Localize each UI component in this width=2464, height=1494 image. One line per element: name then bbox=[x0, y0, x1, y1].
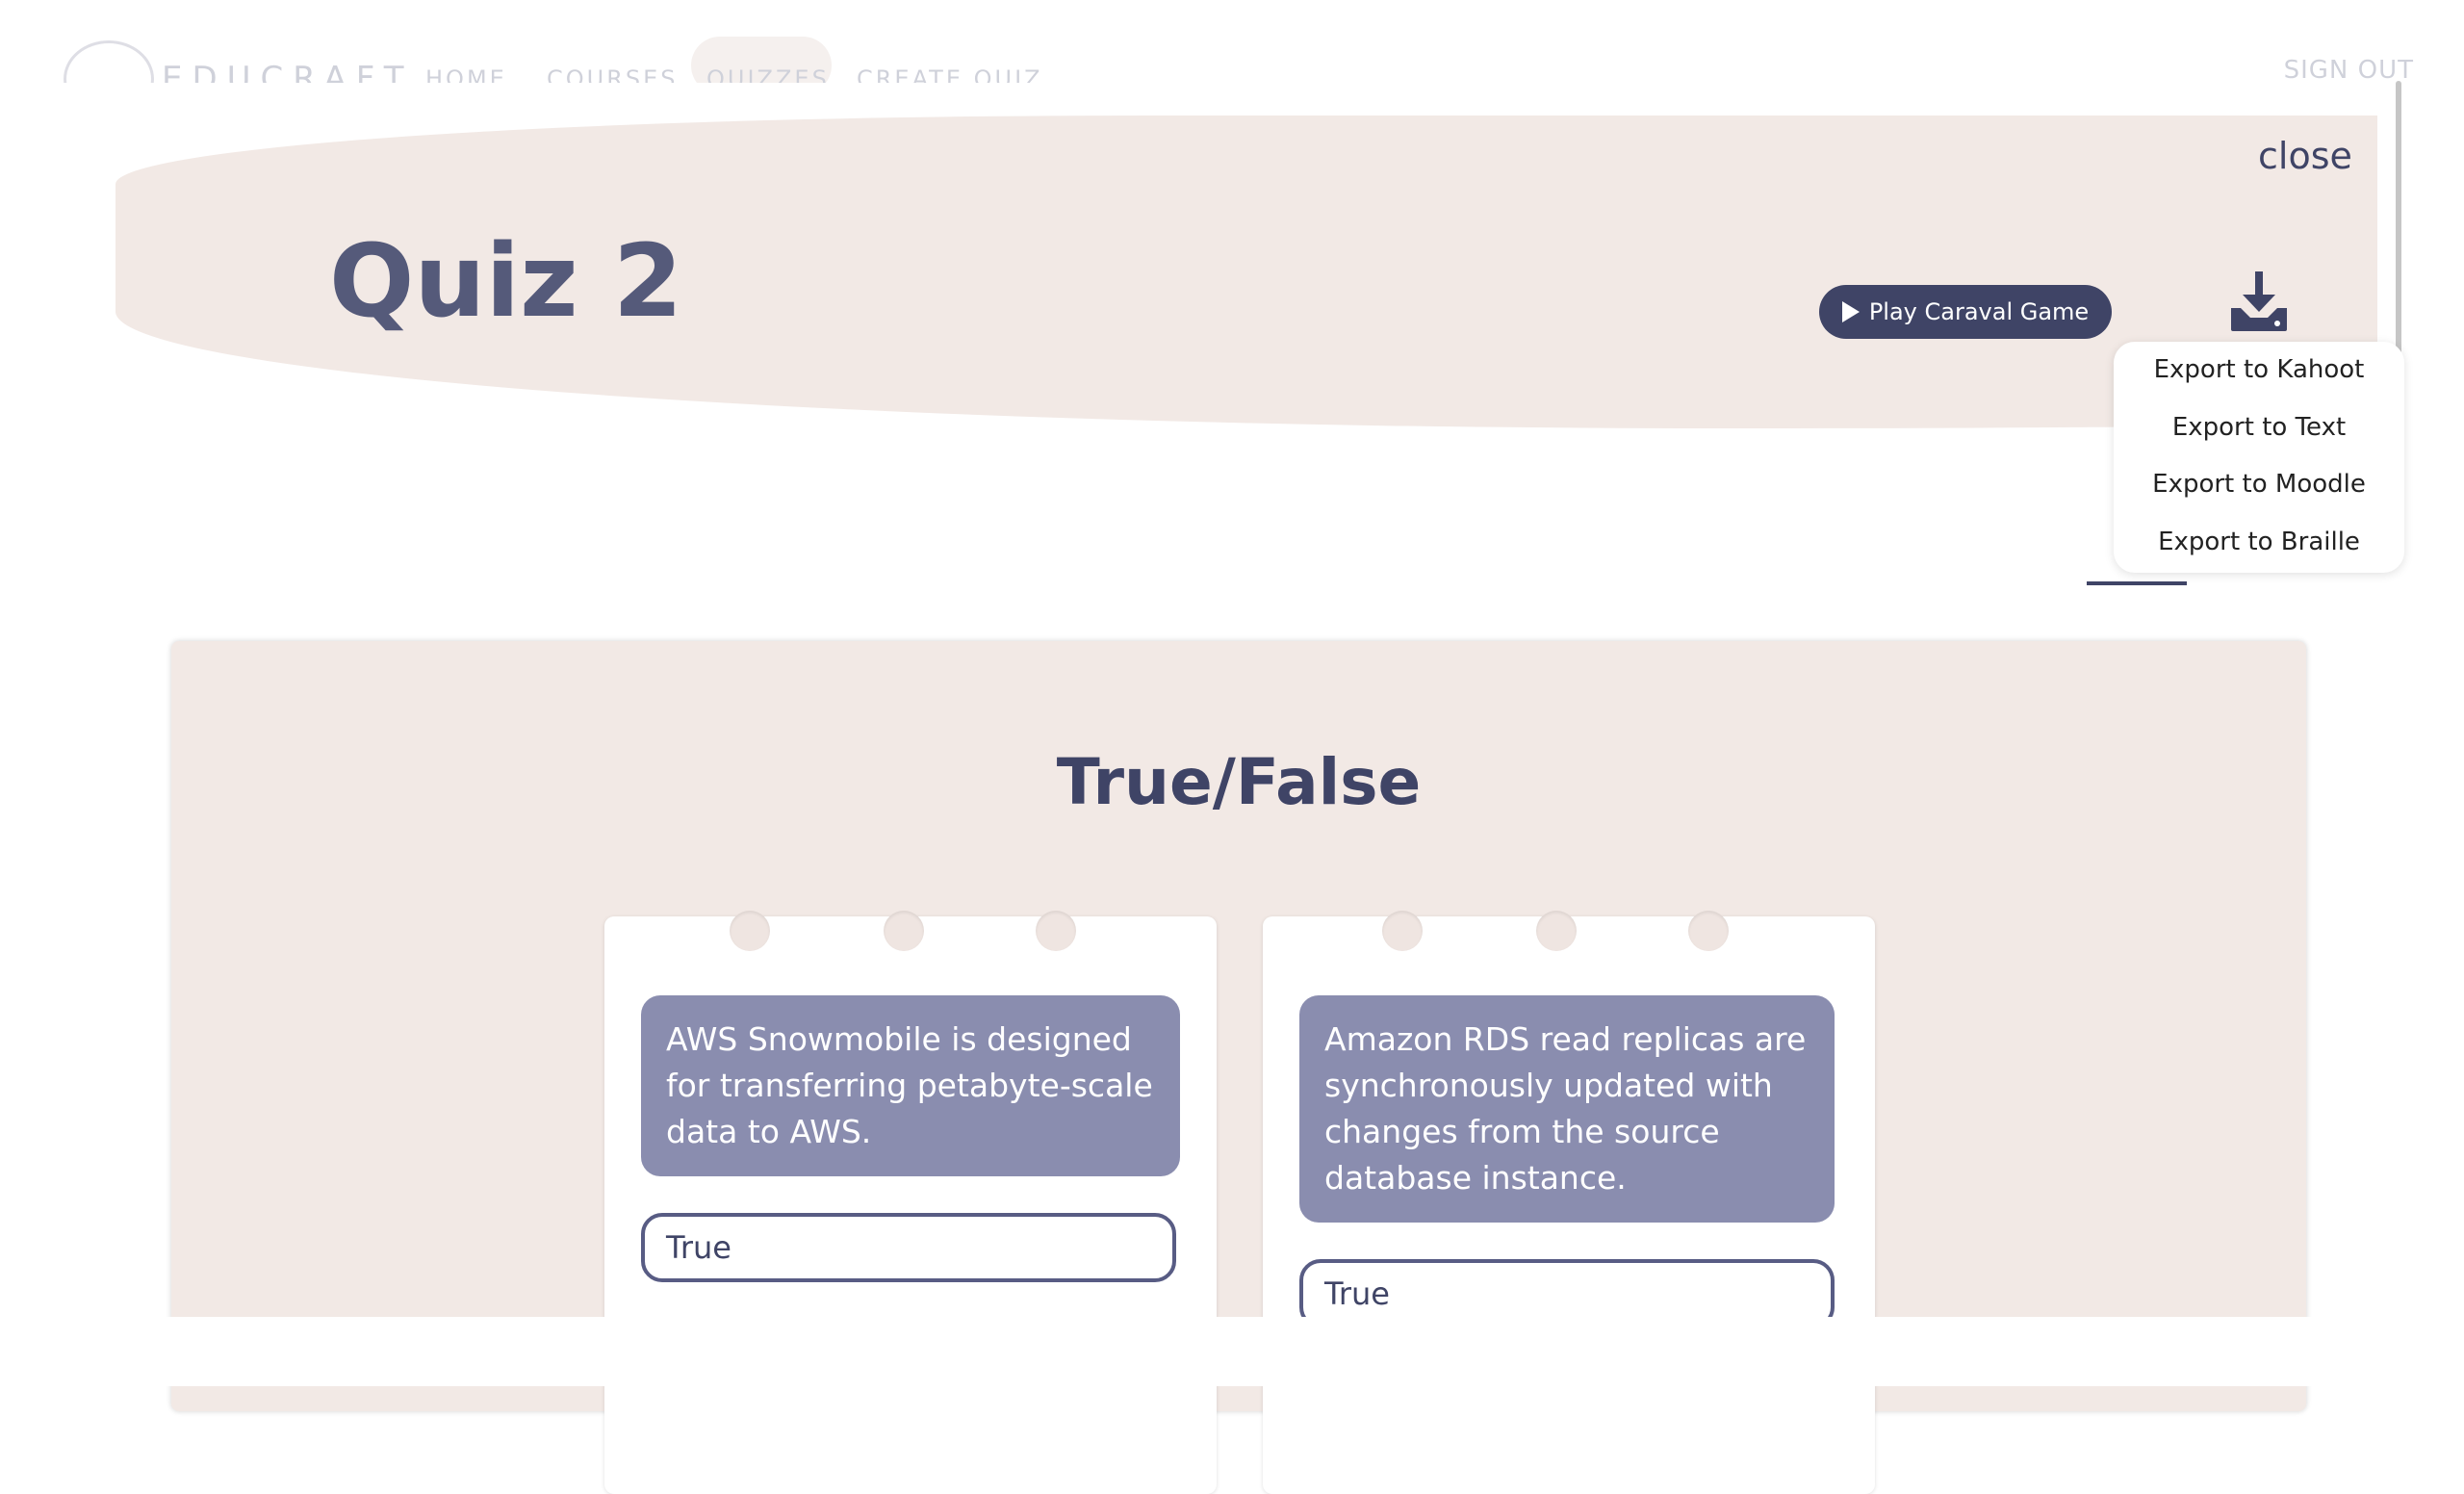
card-hole bbox=[1382, 911, 1423, 951]
export-dropdown-menu: Export to Kahoot Export to Text Export t… bbox=[2114, 342, 2404, 573]
card-hole bbox=[1688, 911, 1729, 951]
top-navigation: EDUCRAFT HOME COURSES QUIZZES CREATE QUI… bbox=[0, 0, 2464, 117]
download-icon[interactable] bbox=[2229, 270, 2289, 333]
export-moodle-option[interactable]: Export to Moodle bbox=[2114, 470, 2404, 499]
card-hole bbox=[730, 911, 770, 951]
question-text: Amazon RDS read replicas are synchronous… bbox=[1299, 995, 1835, 1223]
export-text-option[interactable]: Export to Text bbox=[2114, 413, 2404, 442]
close-button[interactable]: close bbox=[2258, 135, 2352, 177]
question-card: AWS Snowmobile is designed for transferr… bbox=[604, 911, 1217, 1494]
card-hole bbox=[884, 911, 924, 951]
page-bottom-area bbox=[0, 1317, 2464, 1386]
section-title: True/False bbox=[1056, 745, 1422, 819]
sign-out-link[interactable]: SIGN OUT bbox=[2284, 56, 2414, 85]
tab-underline bbox=[2087, 581, 2187, 585]
play-game-label: Play Caraval Game bbox=[1868, 298, 2090, 325]
card-hole bbox=[1036, 911, 1076, 951]
play-icon bbox=[1841, 301, 1860, 322]
question-card: Amazon RDS read replicas are synchronous… bbox=[1263, 911, 1875, 1494]
card-hole bbox=[1536, 911, 1577, 951]
answer-field[interactable]: True bbox=[641, 1213, 1176, 1282]
questions-panel: True/False AWS Snowmobile is designed fo… bbox=[171, 641, 2306, 1494]
export-kahoot-option[interactable]: Export to Kahoot bbox=[2114, 355, 2404, 384]
play-game-button[interactable]: Play Caraval Game bbox=[1819, 285, 2112, 339]
question-text: AWS Snowmobile is designed for transferr… bbox=[641, 995, 1180, 1176]
quiz-title: Quiz 2 bbox=[329, 222, 683, 340]
export-braille-option[interactable]: Export to Braille bbox=[2114, 528, 2404, 556]
